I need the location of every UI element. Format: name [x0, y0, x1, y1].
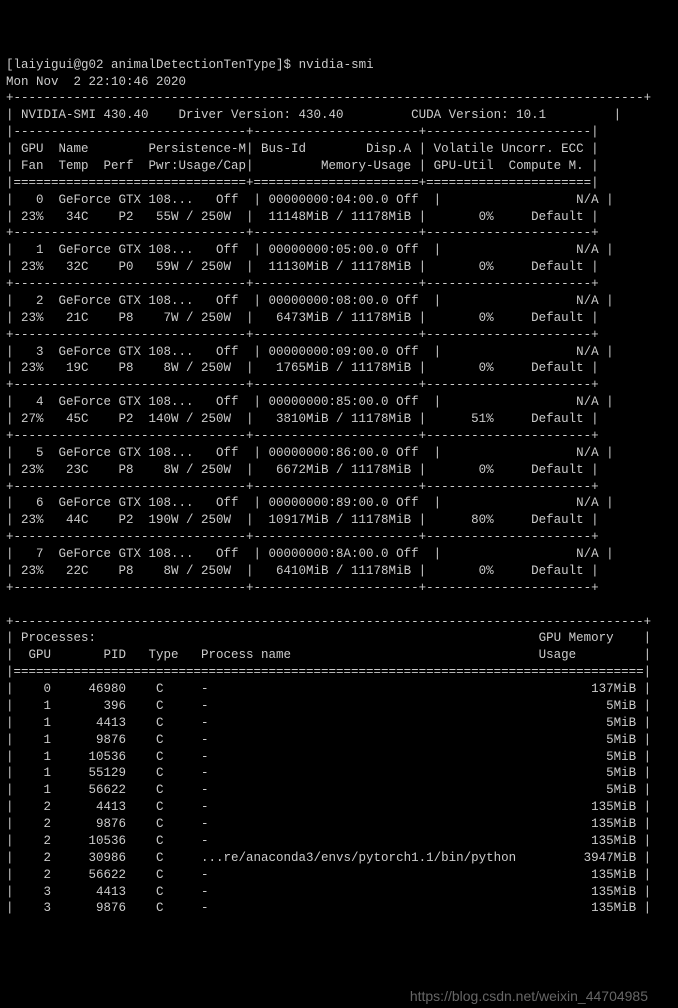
output-line: +---------------------------------------… — [6, 90, 672, 107]
output-line: | 5 GeForce GTX 108... Off | 00000000:86… — [6, 445, 672, 462]
output-line: | 2 GeForce GTX 108... Off | 00000000:08… — [6, 293, 672, 310]
output-line: | 23% 19C P8 8W / 250W | 1765MiB / 11178… — [6, 360, 672, 377]
output-line: +-------------------------------+-------… — [6, 377, 672, 394]
output-line: | 3 4413 C - 135MiB | — [6, 884, 672, 901]
output-line: | 4 GeForce GTX 108... Off | 00000000:85… — [6, 394, 672, 411]
output-line: +-------------------------------+-------… — [6, 428, 672, 445]
output-line: +-------------------------------+-------… — [6, 327, 672, 344]
output-line: +-------------------------------+-------… — [6, 479, 672, 496]
output-line: | 23% 21C P8 7W / 250W | 6473MiB / 11178… — [6, 310, 672, 327]
terminal-output: [laiyigui@g02 animalDetectionTenType]$ n… — [6, 57, 672, 918]
command-line: [laiyigui@g02 animalDetectionTenType]$ n… — [6, 57, 672, 74]
output-line: | 0 46980 C - 137MiB | — [6, 681, 672, 698]
output-line: | 1 396 C - 5MiB | — [6, 698, 672, 715]
output-line: | Fan Temp Perf Pwr:Usage/Cap| Memory-Us… — [6, 158, 672, 175]
output-line: | 23% 23C P8 8W / 250W | 6672MiB / 11178… — [6, 462, 672, 479]
output-line: |===============================+=======… — [6, 175, 672, 192]
output-line: +---------------------------------------… — [6, 614, 672, 631]
output-line: +-------------------------------+-------… — [6, 529, 672, 546]
output-line: | 1 4413 C - 5MiB | — [6, 715, 672, 732]
output-line: | 1 56622 C - 5MiB | — [6, 782, 672, 799]
output-line: | GPU Name Persistence-M| Bus-Id Disp.A … — [6, 141, 672, 158]
watermark: https://blog.csdn.net/weixin_44704985 — [410, 987, 648, 1006]
output-line: | 3 9876 C - 135MiB | — [6, 900, 672, 917]
output-line: | 2 10536 C - 135MiB | — [6, 833, 672, 850]
output-line: |=======================================… — [6, 664, 672, 681]
output-line: Mon Nov 2 22:10:46 2020 — [6, 74, 672, 91]
output-line: +-------------------------------+-------… — [6, 276, 672, 293]
output-line: | 2 4413 C - 135MiB | — [6, 799, 672, 816]
output-line: +-------------------------------+-------… — [6, 580, 672, 597]
output-line: |-------------------------------+-------… — [6, 124, 672, 141]
shell-prompt: [laiyigui@g02 animalDetectionTenType]$ — [6, 58, 299, 72]
output-line: | Processes: GPU Memory | — [6, 630, 672, 647]
output-line: | 23% 34C P2 55W / 250W | 11148MiB / 111… — [6, 209, 672, 226]
output-line: | GPU PID Type Process name Usage | — [6, 647, 672, 664]
output-line — [6, 597, 672, 614]
output-line: | 2 9876 C - 135MiB | — [6, 816, 672, 833]
command: nvidia-smi — [299, 58, 374, 72]
output-line: | 1 10536 C - 5MiB | — [6, 749, 672, 766]
output-line: | 23% 44C P2 190W / 250W | 10917MiB / 11… — [6, 512, 672, 529]
output-line: | 23% 32C P0 59W / 250W | 11130MiB / 111… — [6, 259, 672, 276]
output-line: | 2 30986 C ...re/anaconda3/envs/pytorch… — [6, 850, 672, 867]
output-line: | 6 GeForce GTX 108... Off | 00000000:89… — [6, 495, 672, 512]
output-line: | 0 GeForce GTX 108... Off | 00000000:04… — [6, 192, 672, 209]
output-line: | 1 GeForce GTX 108... Off | 00000000:05… — [6, 242, 672, 259]
output-line: | 1 55129 C - 5MiB | — [6, 765, 672, 782]
output-line: | 7 GeForce GTX 108... Off | 00000000:8A… — [6, 546, 672, 563]
output-line: | 27% 45C P2 140W / 250W | 3810MiB / 111… — [6, 411, 672, 428]
output-line: +-------------------------------+-------… — [6, 225, 672, 242]
output-line: | 2 56622 C - 135MiB | — [6, 867, 672, 884]
output-line: | 23% 22C P8 8W / 250W | 6410MiB / 11178… — [6, 563, 672, 580]
output-line: | 3 GeForce GTX 108... Off | 00000000:09… — [6, 344, 672, 361]
output-line: | NVIDIA-SMI 430.40 Driver Version: 430.… — [6, 107, 672, 124]
output-line: | 1 9876 C - 5MiB | — [6, 732, 672, 749]
